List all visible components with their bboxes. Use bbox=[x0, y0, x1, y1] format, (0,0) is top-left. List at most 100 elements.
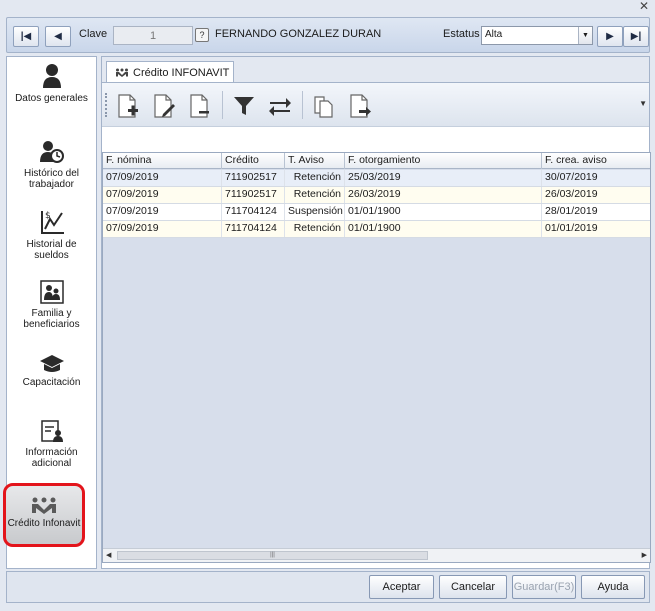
edit-record-button[interactable] bbox=[150, 91, 178, 121]
grid-header: F. nómina Crédito T. Aviso F. otorgamien… bbox=[103, 153, 650, 169]
table-cell: 711704124 bbox=[222, 221, 285, 237]
table-cell: 26/03/2019 bbox=[345, 187, 542, 203]
last-record-button[interactable]: ▶| bbox=[623, 26, 649, 47]
next-record-button[interactable]: ▶ bbox=[597, 26, 623, 47]
column-header-f-otorgamiento[interactable]: F. otorgamiento bbox=[345, 153, 542, 169]
table-cell: Retención bbox=[285, 187, 345, 203]
column-header-f-nomina[interactable]: F. nómina bbox=[103, 153, 222, 169]
toolbar-overflow-icon[interactable]: ▼ bbox=[639, 99, 647, 108]
help-icon[interactable]: ? bbox=[195, 28, 209, 42]
footer-bar: Aceptar Cancelar Guardar(F3) Ayuda bbox=[6, 571, 650, 603]
sidebar-item-label: Crédito Infonavit bbox=[7, 518, 81, 529]
estatus-value: Alta bbox=[485, 29, 503, 40]
document-add-icon bbox=[118, 94, 138, 118]
column-header-credito[interactable]: Crédito bbox=[222, 153, 285, 169]
document-export-icon bbox=[350, 94, 371, 118]
table-cell: 01/01/2019 bbox=[545, 222, 598, 234]
cancelar-button[interactable]: Cancelar bbox=[439, 575, 507, 599]
employee-name: FERNANDO GONZALEZ DURAN bbox=[215, 28, 382, 40]
person-icon bbox=[42, 64, 61, 88]
graduation-cap-icon bbox=[39, 355, 64, 372]
infonavit-icon bbox=[116, 68, 128, 77]
table-row[interactable]: 07/09/2019 711902517 Retención 25/03/201… bbox=[103, 170, 650, 187]
table-row[interactable]: 07/09/2019 711704124 Suspensión 01/01/19… bbox=[103, 204, 650, 221]
info-document-icon bbox=[40, 420, 63, 442]
toolbar-separator bbox=[222, 91, 223, 119]
previous-record-button[interactable]: ◀ bbox=[45, 26, 71, 47]
sidebar-item-historico[interactable]: Histórico del trabajador bbox=[9, 140, 94, 190]
table-cell: 07/09/2019 bbox=[103, 221, 222, 237]
chevron-down-icon[interactable]: ▼ bbox=[578, 27, 592, 44]
scroll-left-icon[interactable]: ◀ bbox=[106, 551, 111, 559]
history-person-icon bbox=[39, 141, 64, 163]
sidebar-item-label: Información adicional bbox=[25, 447, 78, 469]
ayuda-button[interactable]: Ayuda bbox=[581, 575, 645, 599]
sidebar-item-capacitacion[interactable]: Capacitación bbox=[9, 353, 94, 388]
scroll-thumb[interactable]: ||| bbox=[117, 551, 428, 560]
table-cell: 28/01/2019 bbox=[545, 205, 598, 217]
table-cell: Suspensión bbox=[285, 204, 345, 220]
document-remove-icon bbox=[190, 94, 209, 118]
table-cell: 711902517 bbox=[222, 187, 285, 203]
table-cell: Retención bbox=[285, 221, 345, 237]
table-cell: 26/03/2019 bbox=[545, 188, 598, 200]
sidebar-item-label: Capacitación bbox=[22, 377, 81, 388]
close-icon[interactable]: ✕ bbox=[639, 0, 649, 13]
sidebar-item-label: Datos generales bbox=[15, 93, 88, 104]
column-header-t-aviso[interactable]: T. Aviso bbox=[285, 153, 345, 169]
sidebar-item-credito-infonavit[interactable]: Crédito Infonavit bbox=[3, 483, 85, 547]
table-cell: 25/03/2019 bbox=[345, 170, 542, 186]
guardar-button[interactable]: Guardar(F3) bbox=[512, 575, 576, 599]
sidebar-item-informacion-adicional[interactable]: Información adicional bbox=[9, 419, 94, 469]
sidebar-item-historial-sueldos[interactable]: $ Historial de sueldos bbox=[9, 209, 94, 261]
sidebar: Datos generales Histórico del trabajador… bbox=[3, 56, 97, 569]
first-icon: |◀ bbox=[20, 31, 32, 42]
first-record-button[interactable]: |◀ bbox=[13, 26, 39, 47]
table-row[interactable]: 07/09/2019 711704124 Retención 01/01/190… bbox=[103, 221, 650, 238]
new-record-button[interactable] bbox=[114, 91, 142, 121]
aceptar-button[interactable]: Aceptar bbox=[369, 575, 434, 599]
table-cell: 07/09/2019 bbox=[103, 170, 222, 186]
delete-record-button[interactable] bbox=[186, 91, 214, 121]
content-panel: Crédito INFONAVIT ▼ F. nómina Crédito T.… bbox=[101, 56, 651, 569]
window-titlebar: ✕ bbox=[0, 0, 655, 14]
salary-chart-icon: $ bbox=[40, 211, 64, 234]
table-cell: 30/07/2019 bbox=[545, 171, 598, 183]
sidebar-item-label: Historial de sueldos bbox=[26, 239, 77, 261]
toolbar: ▼ bbox=[102, 83, 649, 127]
export-button[interactable] bbox=[346, 91, 374, 121]
table-cell: Retención bbox=[285, 170, 345, 186]
tab-panel: ▼ F. nómina Crédito T. Aviso F. otorgami… bbox=[102, 82, 651, 568]
copy-icon bbox=[314, 96, 333, 118]
swap-arrows-icon bbox=[269, 98, 291, 116]
sidebar-item-label: Histórico del trabajador bbox=[23, 168, 80, 190]
table-cell: 01/01/1900 bbox=[345, 204, 542, 220]
svg-text:$: $ bbox=[45, 211, 51, 221]
clave-label: Clave bbox=[79, 28, 108, 40]
clave-input[interactable]: 1 bbox=[113, 26, 193, 45]
table-cell: 711902517 bbox=[222, 170, 285, 186]
scroll-right-icon[interactable]: ▶ bbox=[642, 551, 647, 559]
estatus-select[interactable]: Alta ▼ bbox=[481, 26, 593, 45]
sidebar-item-datos-generales[interactable]: Datos generales bbox=[9, 63, 94, 104]
tab-credito-infonavit[interactable]: Crédito INFONAVIT bbox=[106, 61, 234, 83]
estatus-label: Estatus bbox=[443, 28, 480, 40]
table-row[interactable]: 07/09/2019 711902517 Retención 26/03/201… bbox=[103, 187, 650, 204]
infonavit-grid: F. nómina Crédito T. Aviso F. otorgamien… bbox=[102, 152, 651, 563]
sidebar-item-label: Familia y beneficiarios bbox=[23, 308, 80, 330]
table-cell: 01/01/1900 bbox=[345, 221, 542, 237]
document-edit-icon bbox=[154, 94, 175, 118]
last-icon: ▶| bbox=[630, 31, 642, 42]
column-header-f-crea-aviso[interactable]: F. crea. aviso bbox=[542, 153, 650, 169]
table-cell: 07/09/2019 bbox=[103, 187, 222, 203]
swap-button[interactable] bbox=[266, 91, 294, 121]
horizontal-scrollbar[interactable]: ◀ ||| ▶ bbox=[103, 548, 650, 562]
toolbar-grip[interactable] bbox=[105, 93, 107, 117]
tab-label: Crédito INFONAVIT bbox=[133, 66, 230, 79]
sidebar-item-familia[interactable]: Familia y beneficiarios bbox=[9, 280, 94, 330]
filter-button[interactable] bbox=[230, 91, 258, 121]
arrow-right-icon: ▶ bbox=[606, 31, 614, 42]
infonavit-icon bbox=[32, 497, 56, 514]
employee-header: |◀ ◀ Clave 1 ? FERNANDO GONZALEZ DURAN E… bbox=[6, 17, 650, 53]
copy-button[interactable] bbox=[310, 91, 338, 121]
